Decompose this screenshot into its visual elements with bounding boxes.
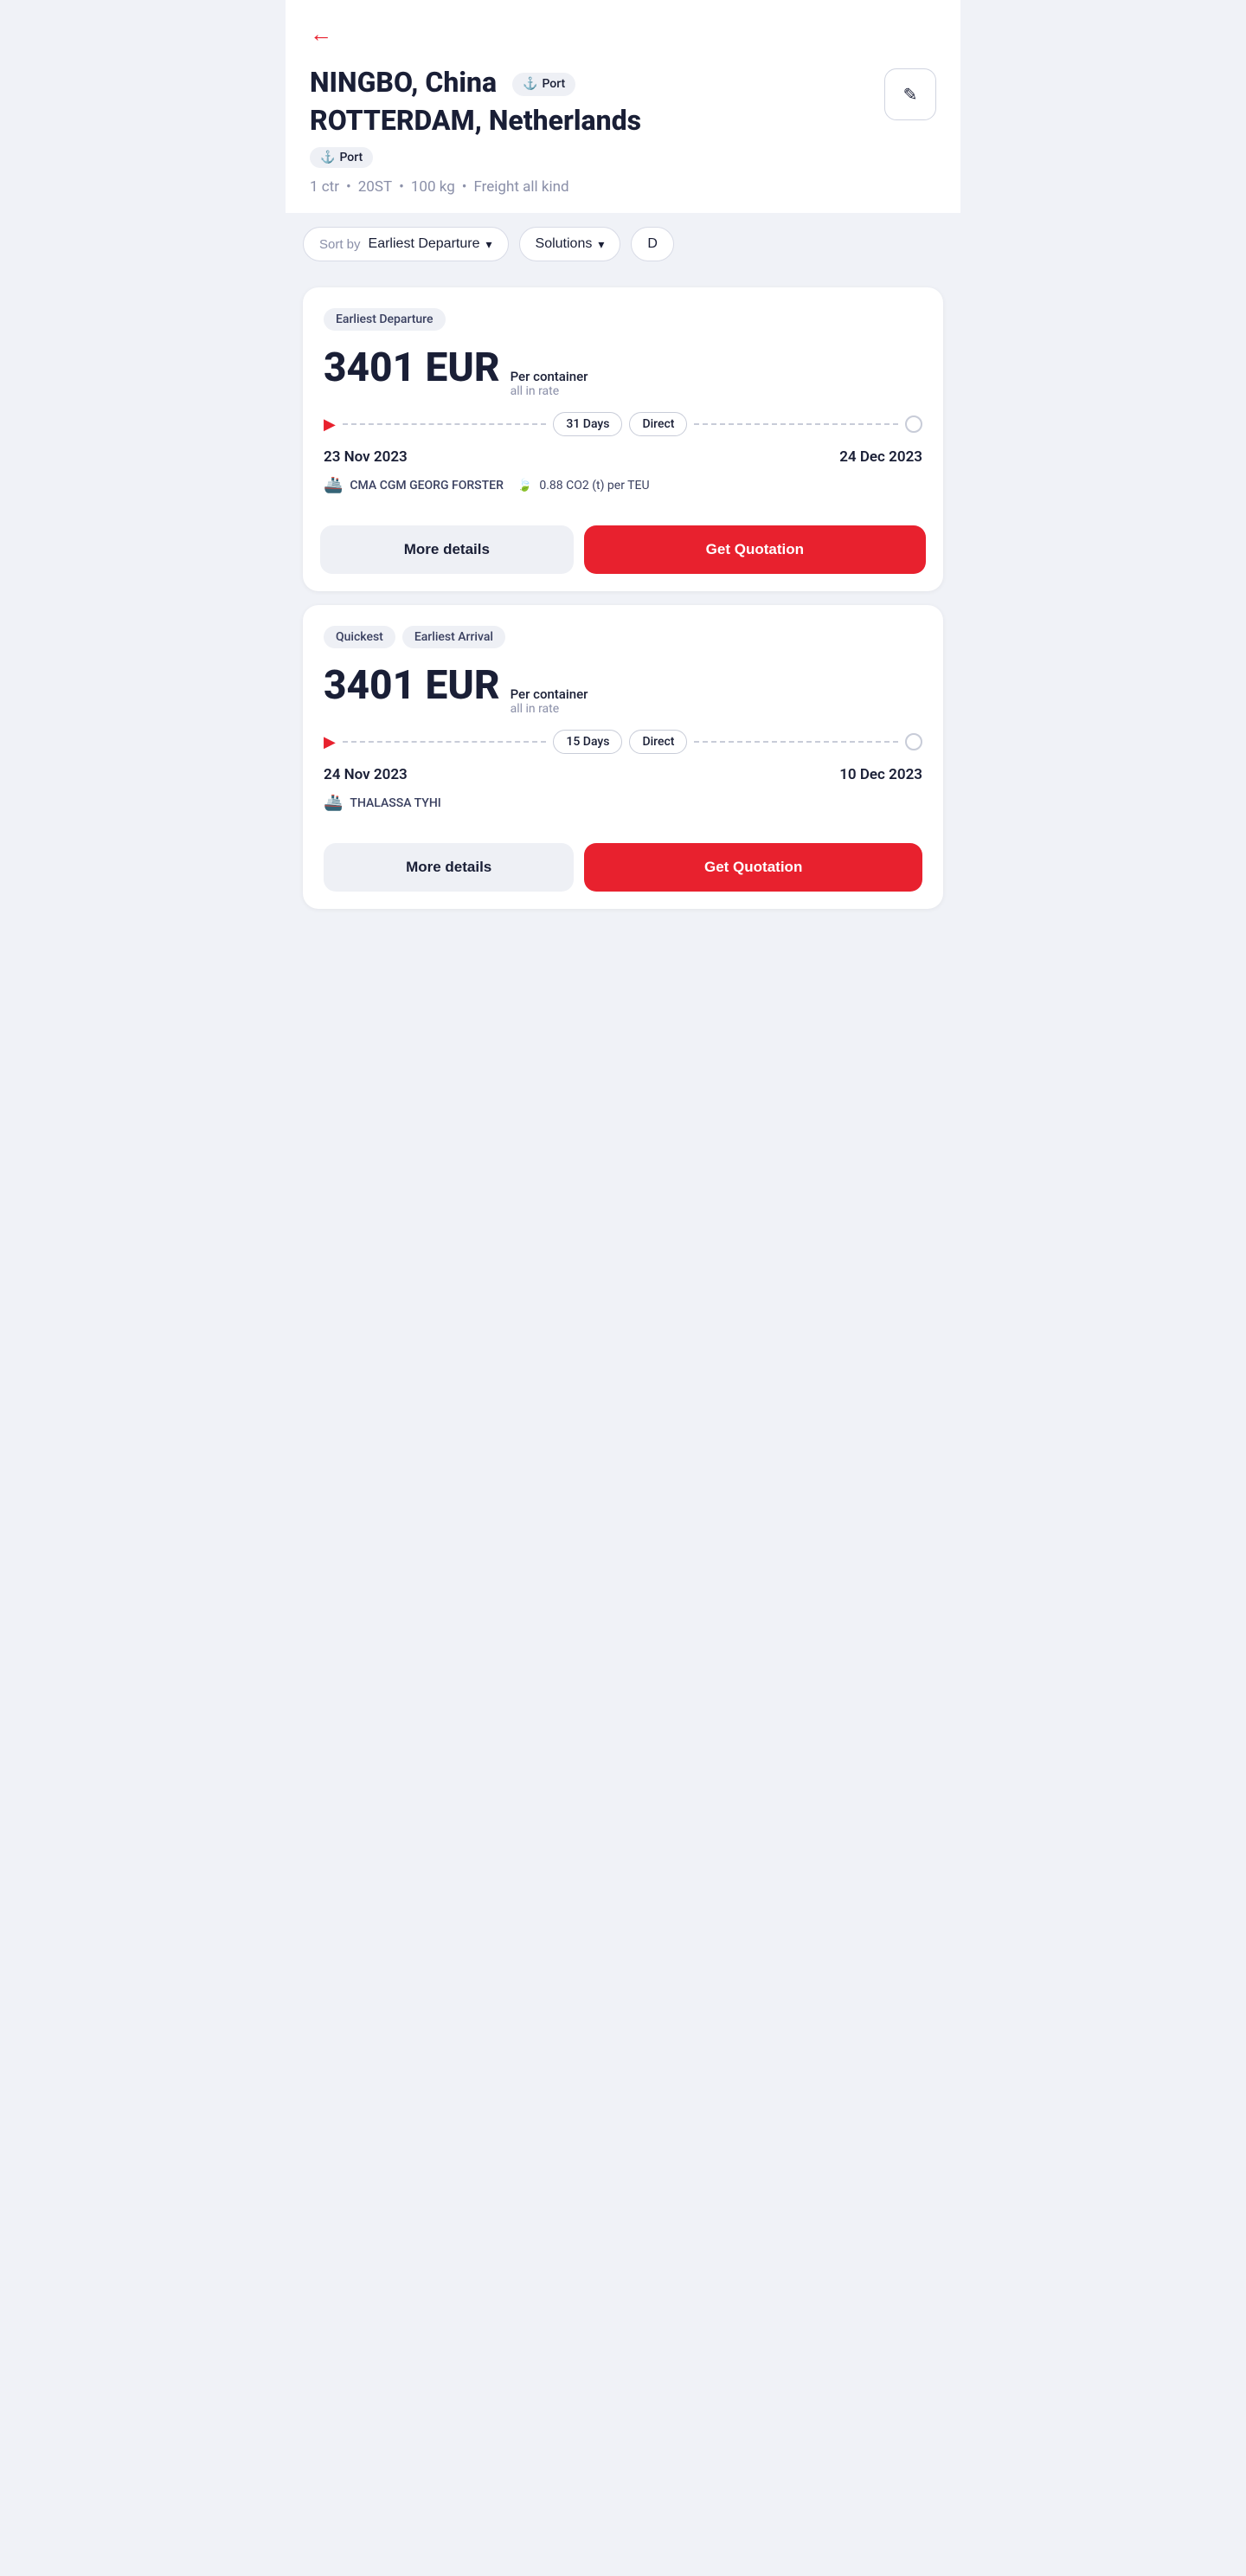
destination-row: ROTTERDAM, Netherlands (310, 103, 874, 139)
card1-dates: 23 Nov 2023 24 Dec 2023 (324, 448, 922, 466)
edit-button[interactable]: ✎ (884, 68, 936, 120)
card2-vessel-name: THALASSA TYHI (350, 796, 440, 810)
third-filter-label: D (647, 236, 658, 252)
anchor-icon-2: ⚓ (320, 151, 335, 164)
solutions-filter[interactable]: Solutions ▾ (519, 227, 621, 261)
play-icon-1: ▶ (324, 415, 336, 434)
card1-actions: More details Get Quotation (320, 512, 926, 591)
results-area: Earliest Departure 3401 EUR Per containe… (286, 275, 960, 943)
card2-more-details-button[interactable]: More details (324, 843, 574, 892)
card2-days-badge: 15 Days (553, 730, 622, 754)
card1-direct-badge: Direct (629, 412, 687, 436)
card2-actions: More details Get Quotation (324, 829, 922, 909)
tag-earliest-arrival: Earliest Arrival (402, 626, 505, 648)
meta-weight: 100 kg (411, 178, 455, 196)
play-icon-2: ▶ (324, 733, 336, 751)
card1-date-from: 23 Nov 2023 (324, 448, 408, 466)
meta-type: Freight all kind (474, 178, 569, 196)
result-card-1: Earliest Departure 3401 EUR Per containe… (303, 287, 943, 591)
filters-bar: Sort by Earliest Departure ▾ Solutions ▾… (286, 213, 960, 275)
card2-all-in: all in rate (511, 702, 588, 716)
route-row: NINGBO, China ⚓ Port ROTTERDAM, Netherla… (310, 65, 936, 196)
tag-earliest-departure: Earliest Departure (324, 308, 446, 331)
card1-tags: Earliest Departure (324, 308, 922, 331)
circle-end-1 (905, 415, 922, 433)
destination-badge-row: ⚓ Port (310, 144, 874, 168)
destination-text: ROTTERDAM, Netherlands (310, 104, 641, 137)
card2-per-container: Per container (511, 686, 588, 702)
sort-chevron-icon: ▾ (485, 237, 491, 252)
card2-price-detail: Per container all in rate (511, 686, 588, 716)
dashed-line-left-2 (343, 741, 547, 743)
header: ← NINGBO, China ⚓ Port ROTTERDAM, Nether… (286, 0, 960, 213)
dashed-line-left-1 (343, 423, 547, 425)
solutions-label: Solutions (536, 236, 593, 252)
card1-co2: 0.88 CO2 (t) per TEU (539, 479, 649, 493)
card1-price: 3401 EUR (324, 345, 500, 391)
card1-more-details-button[interactable]: More details (320, 525, 574, 574)
card2-direct-badge: Direct (629, 730, 687, 754)
meta-size: 20ST (358, 178, 392, 196)
card1-date-to: 24 Dec 2023 (839, 448, 922, 466)
origin-port-badge: ⚓ Port (512, 73, 575, 95)
card2-date-from: 24 Nov 2023 (324, 766, 408, 783)
circle-end-2 (905, 733, 922, 750)
back-button[interactable]: ← (310, 21, 332, 48)
card1-route-bar: ▶ 31 Days Direct (324, 412, 922, 436)
card2-route-bar: ▶ 15 Days Direct (324, 730, 922, 754)
result-card-2: Quickest Earliest Arrival 3401 EUR Per c… (303, 605, 943, 909)
card2-dates: 24 Nov 2023 10 Dec 2023 (324, 766, 922, 783)
dashed-line-right-2 (694, 741, 898, 743)
route-info: NINGBO, China ⚓ Port ROTTERDAM, Netherla… (310, 65, 874, 196)
sort-label: Sort by (319, 237, 361, 252)
ship-icon-1: 🚢 (324, 476, 343, 494)
destination-badge-label: Port (339, 151, 363, 164)
card1-get-quotation-button[interactable]: Get Quotation (584, 525, 926, 574)
card1-all-in: all in rate (511, 384, 588, 398)
back-arrow-icon: ← (310, 21, 332, 48)
sort-by-filter[interactable]: Sort by Earliest Departure ▾ (303, 227, 509, 261)
destination-port-badge: ⚓ Port (310, 147, 373, 168)
card2-price: 3401 EUR (324, 662, 500, 709)
card1-per-container: Per container (511, 369, 588, 384)
leaf-icon-1: 🍃 (517, 479, 532, 493)
card2-tags: Quickest Earliest Arrival (324, 626, 922, 648)
route-meta: 1 ctr • 20ST • 100 kg • Freight all kind (310, 178, 874, 196)
dashed-line-right-1 (694, 423, 898, 425)
anchor-icon-1: ⚓ (523, 76, 537, 92)
card2-vessel-row: 🚢 THALASSA TYHI (324, 794, 922, 812)
tag-quickest: Quickest (324, 626, 395, 648)
card1-price-detail: Per container all in rate (511, 369, 588, 398)
solutions-chevron-icon: ▾ (598, 237, 604, 252)
sort-value: Earliest Departure (369, 236, 480, 252)
card1-vessel-row: 🚢 CMA CGM GEORG FORSTER 🍃 0.88 CO2 (t) p… (324, 476, 922, 494)
card2-price-row: 3401 EUR Per container all in rate (324, 662, 922, 716)
card1-price-row: 3401 EUR Per container all in rate (324, 345, 922, 398)
origin-badge-label: Port (542, 76, 565, 92)
origin-title: NINGBO, China ⚓ Port (310, 65, 874, 101)
card2-get-quotation-button[interactable]: Get Quotation (584, 843, 922, 892)
meta-ctr: 1 ctr (310, 178, 339, 196)
card1-vessel-name: CMA CGM GEORG FORSTER (350, 479, 503, 493)
origin-text: NINGBO, China (310, 66, 497, 99)
edit-icon: ✎ (903, 84, 918, 106)
ship-icon-2: 🚢 (324, 794, 343, 812)
third-filter[interactable]: D (631, 227, 674, 261)
card1-days-badge: 31 Days (553, 412, 622, 436)
card2-date-to: 10 Dec 2023 (839, 766, 922, 783)
